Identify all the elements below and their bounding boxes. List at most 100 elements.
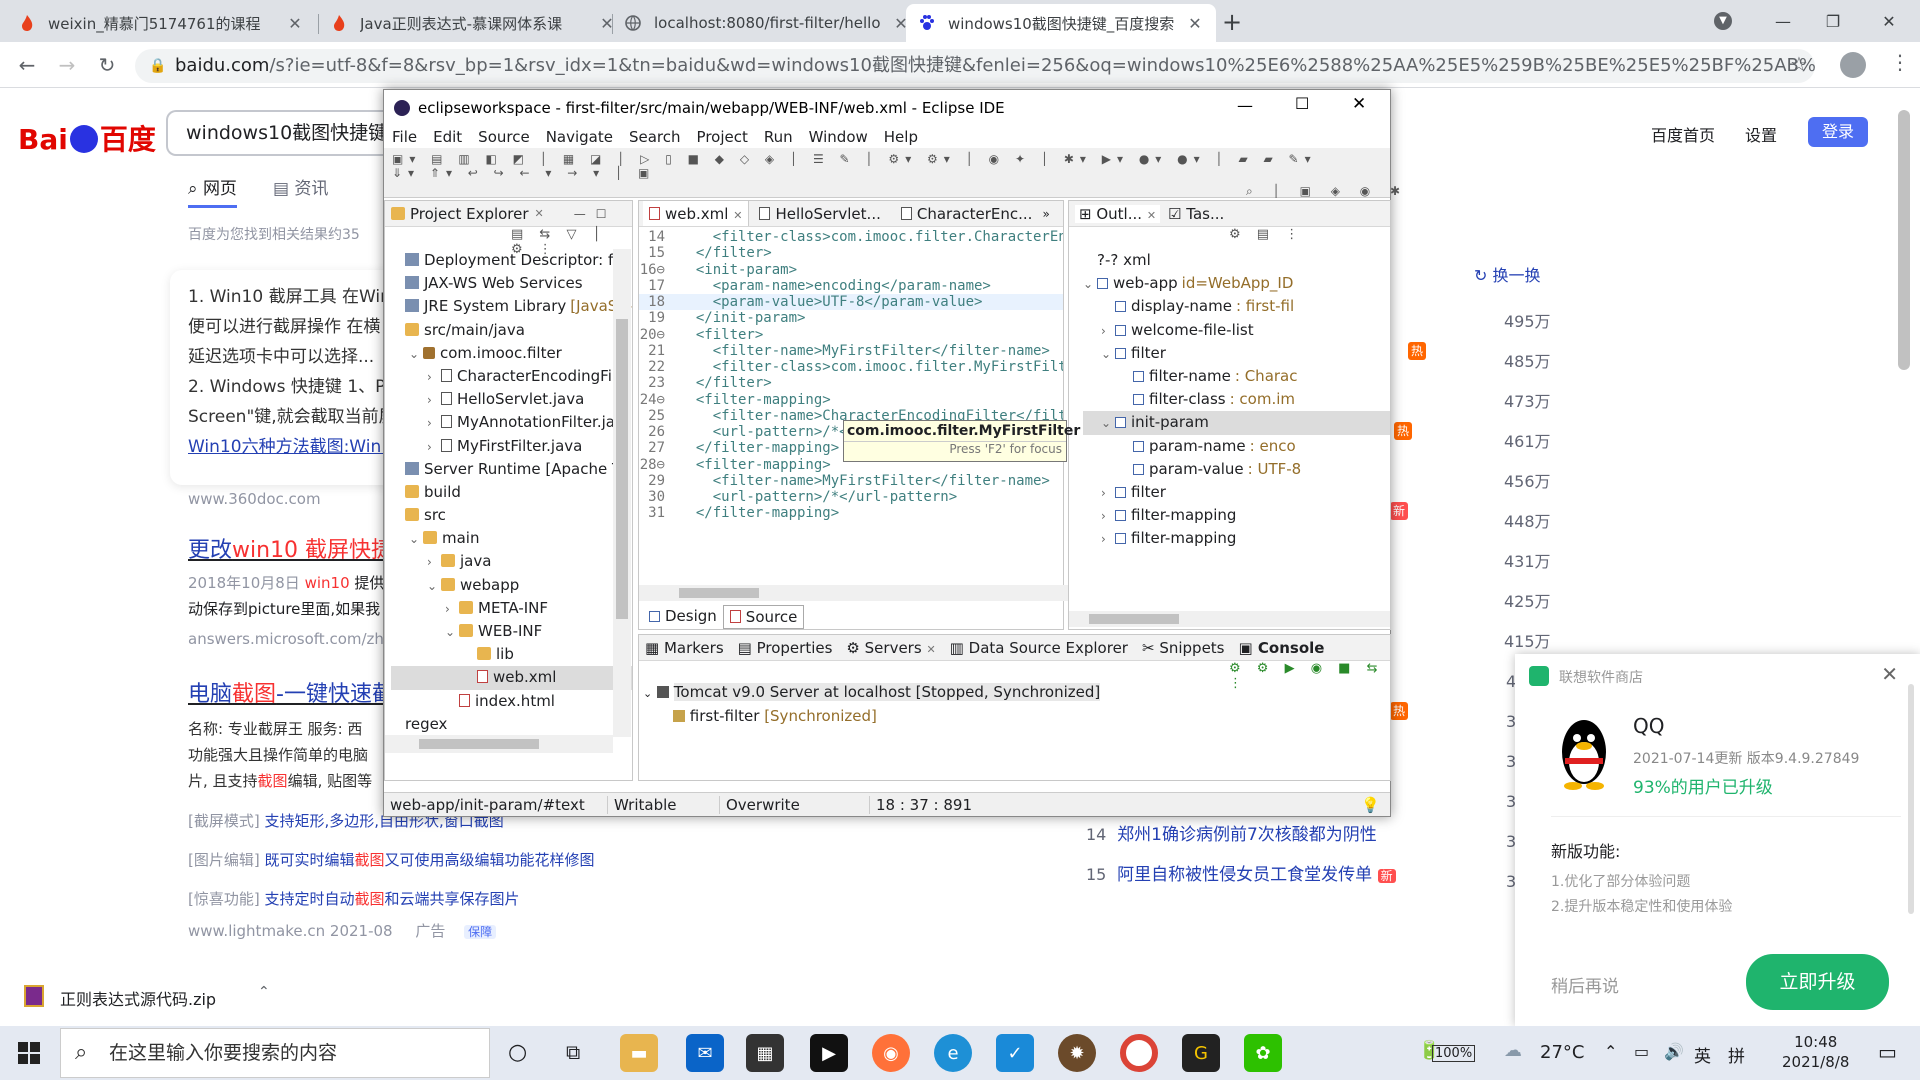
menu-source[interactable]: Source: [478, 128, 530, 146]
module-row[interactable]: first-filter [Synchronized]: [643, 705, 1390, 728]
close-icon[interactable]: ✕: [1147, 209, 1156, 222]
chevron-down-icon[interactable]: ⌄: [427, 575, 441, 598]
outline-item[interactable]: param-value: UTF-8: [1083, 458, 1390, 481]
code-line[interactable]: 24⊖ <filter-mapping>: [639, 392, 1063, 408]
edge-icon[interactable]: e: [934, 1034, 972, 1072]
menu-edit[interactable]: Edit: [433, 128, 462, 146]
browser-tab[interactable]: weixin_精慕门5174761的课程 ✕: [6, 4, 316, 42]
network-icon[interactable]: ▭: [1634, 1042, 1649, 1061]
outline-item[interactable]: › welcome-file-list: [1083, 319, 1390, 342]
result-title[interactable]: 更改win10 截屏快捷: [188, 532, 393, 564]
cortana-icon[interactable]: ○: [508, 1040, 527, 1065]
feature-link[interactable]: 支持定时自动截图和云端共享保存图片: [265, 890, 520, 908]
upgrade-button[interactable]: 立即升级: [1746, 954, 1889, 1010]
answer-link[interactable]: Win10六种方法截图:Win1: [188, 432, 396, 462]
chevron-right-icon[interactable]: ›: [1101, 505, 1115, 528]
tree-item[interactable]: web.xml: [391, 666, 632, 690]
minimize-icon[interactable]: —: [1237, 96, 1253, 115]
feature-link[interactable]: 既可实时编辑截图又可使用高级编辑功能花样修图: [265, 851, 595, 869]
minimize-icon[interactable]: —: [1760, 0, 1806, 42]
chevron-right-icon[interactable]: ›: [1101, 320, 1115, 343]
minimize-icon[interactable]: —: [574, 207, 586, 221]
code-line[interactable]: 18 <param-value>UTF-8</param-value>: [639, 294, 1063, 311]
source-url[interactable]: www.360doc.com: [188, 490, 321, 508]
download-filename[interactable]: 正则表达式源代码.zip: [60, 986, 216, 1010]
restore-icon[interactable]: ❐: [1810, 0, 1856, 42]
chevron-right-icon[interactable]: ›: [1101, 528, 1115, 551]
chevron-down-icon[interactable]: ⌄: [445, 621, 459, 644]
chevron-down-icon[interactable]: ⌄: [409, 528, 423, 551]
menu-dots-icon[interactable]: ⋮: [1890, 50, 1910, 74]
menu-help[interactable]: Help: [884, 128, 918, 146]
forward-icon[interactable]: →: [52, 50, 82, 80]
store-icon[interactable]: ▦: [746, 1034, 784, 1072]
outline-item[interactable]: display-name: first-fil: [1083, 295, 1390, 318]
profile-avatar[interactable]: [1840, 52, 1866, 78]
taskbar-search[interactable]: ⌕ 在这里输入你要搜索的内容: [60, 1028, 490, 1078]
menu-file[interactable]: File: [392, 128, 417, 146]
servers-tab[interactable]: ⚙ Servers ✕: [846, 639, 935, 657]
close-icon[interactable]: ✕: [1881, 662, 1898, 686]
task-view-icon[interactable]: ⧉: [566, 1040, 580, 1064]
tree-item[interactable]: › META-INF: [391, 597, 632, 620]
vscode-like-icon[interactable]: ✓: [996, 1034, 1034, 1072]
reload-icon[interactable]: ↻: [92, 50, 122, 80]
explorer-toolbar[interactable]: ▤ ⇆ ▽ │ ⚙ ⋮: [385, 227, 632, 257]
outline-item[interactable]: ⌄ filter: [1083, 342, 1390, 365]
horizontal-scrollbar[interactable]: [639, 585, 1127, 601]
console-tab[interactable]: ▣ Console: [1239, 639, 1325, 657]
notification-icon[interactable]: ▭: [1878, 1040, 1897, 1064]
tree-item[interactable]: ⌄ WEB-INF: [391, 620, 632, 643]
servers-toolbar[interactable]: ⚙ ⚙ ▶ ◉ ■ ⇆ ⋮: [639, 661, 1390, 691]
data-source-tab[interactable]: ▥ Data Source Explorer: [950, 639, 1128, 657]
tab-web[interactable]: ⌕ 网页: [188, 174, 237, 208]
search-input[interactable]: windows10截图快捷键: [166, 110, 396, 156]
clock[interactable]: 10:48 2021/8/8: [1782, 1032, 1849, 1072]
close-icon[interactable]: ✕: [286, 14, 304, 33]
chevron-down-icon[interactable]: ⌄: [409, 343, 423, 366]
source-url[interactable]: answers.microsoft.com/zh-: [188, 630, 389, 648]
close-icon[interactable]: ✕: [1352, 94, 1366, 114]
media-player-icon[interactable]: ▶: [810, 1034, 848, 1072]
tree-item[interactable]: src/main/java: [391, 319, 632, 342]
horizontal-scrollbar[interactable]: [1069, 611, 1390, 627]
chevron-up-icon[interactable]: ⌃: [1604, 1042, 1617, 1061]
outline-toolbar[interactable]: ⚙ ▤ ⋮: [1069, 227, 1390, 249]
address-bar[interactable]: 🔒 baidu.com/s?ie=utf-8&f=8&rsv_bp=1&rsv_…: [135, 49, 1815, 83]
design-tab[interactable]: Design: [643, 605, 723, 629]
close-icon[interactable]: ✕: [1186, 14, 1204, 33]
code-editor[interactable]: 14 <filter-class>com.imooc.filter.Charac…: [639, 227, 1063, 585]
tree-item[interactable]: JRE System Library [JavaSE-: [391, 295, 632, 318]
code-line[interactable]: 16⊖ <init-param>: [639, 262, 1063, 278]
chevron-right-icon[interactable]: ›: [427, 551, 441, 574]
close-window-icon[interactable]: ✕: [1866, 0, 1912, 42]
wechat-icon[interactable]: ✿: [1244, 1034, 1282, 1072]
tree-item[interactable]: JAX-WS Web Services: [391, 272, 632, 295]
volume-icon[interactable]: 🔊: [1664, 1042, 1684, 1061]
outline-item[interactable]: ?-? xml: [1083, 249, 1390, 272]
login-button[interactable]: 登录: [1808, 117, 1868, 147]
page-scrollbar[interactable]: [1898, 110, 1910, 370]
chevron-down-icon[interactable]: ⌄: [1101, 412, 1115, 435]
menu-run[interactable]: Run: [764, 128, 793, 146]
editor-tab[interactable]: CharacterEnc...: [891, 205, 1043, 223]
server-row[interactable]: ⌄ Tomcat v9.0 Server at localhost [Stopp…: [643, 681, 1390, 705]
properties-tab[interactable]: ▤ Properties: [738, 639, 833, 657]
menu-window[interactable]: Window: [809, 128, 868, 146]
outline-item[interactable]: ⌄ init-param: [1083, 411, 1390, 435]
outline-item[interactable]: › filter: [1083, 481, 1390, 504]
code-line[interactable]: 31 </filter-mapping>: [639, 505, 1063, 521]
tree-item[interactable]: Deployment Descriptor: firs: [391, 249, 632, 272]
code-line[interactable]: 29 <filter-name>MyFirstFilter</filter-na…: [639, 473, 1063, 489]
firefox-icon[interactable]: ◉: [872, 1034, 910, 1072]
baidu-home-link[interactable]: 百度首页: [1651, 122, 1715, 146]
baidu-logo[interactable]: Bai 百度: [18, 118, 156, 158]
tab-news[interactable]: ▤ 资讯: [273, 174, 328, 208]
menu-navigate[interactable]: Navigate: [546, 128, 613, 146]
chrome-icon[interactable]: [1120, 1034, 1158, 1072]
tree-item[interactable]: › MyFirstFilter.java: [391, 435, 632, 458]
eclipse-toolbar[interactable]: ▣▾ ▤ ▥ ◧ ◩ │ ▦ ◪ │ ▷ ▯ ■ ◆ ◇ ◈ │ ☰ ✎ │ ⚙…: [384, 148, 1400, 198]
menu-search[interactable]: Search: [629, 128, 681, 146]
chevron-right-icon[interactable]: ›: [427, 389, 441, 412]
tree-item[interactable]: build: [391, 481, 632, 504]
